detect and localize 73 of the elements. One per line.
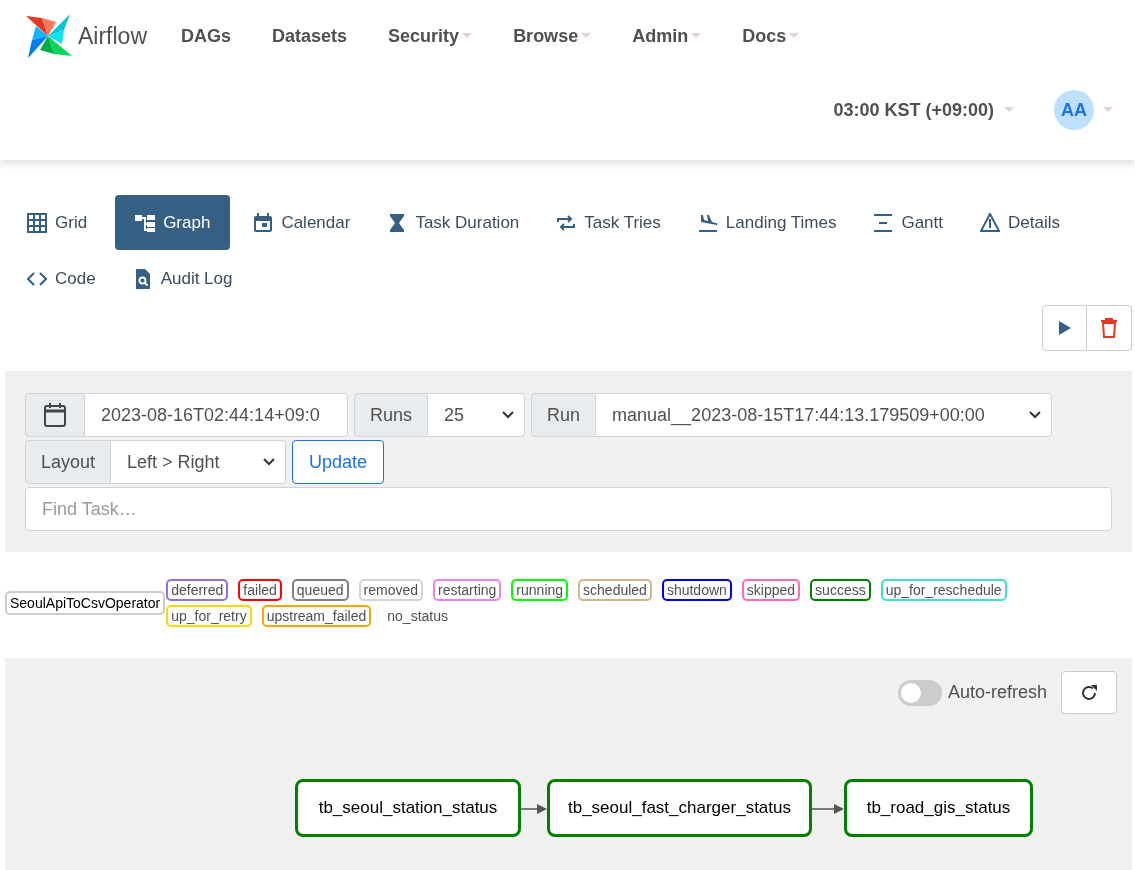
nav-link[interactable]: Browse — [513, 25, 592, 47]
caret-icon — [789, 33, 800, 39]
view-tab[interactable]: Audit Log — [129, 251, 253, 306]
state-tag[interactable]: restarting — [433, 579, 502, 601]
refresh-button[interactable] — [1061, 671, 1117, 714]
state-tag[interactable]: shutdown — [661, 579, 732, 601]
view-tab[interactable]: Graph — [115, 195, 231, 250]
view-tab[interactable]: Details — [977, 195, 1080, 250]
update-button[interactable]: Update — [292, 440, 385, 484]
gantt-icon — [873, 212, 894, 233]
select-dropdown[interactable]: 25 — [428, 393, 526, 437]
warning-triangle-icon — [980, 212, 1000, 233]
caret-icon — [691, 33, 702, 39]
brand-name[interactable]: Airflow — [78, 22, 147, 50]
view-tab[interactable]: Landing Times — [694, 195, 857, 250]
state-tag[interactable]: no_status — [381, 605, 453, 627]
auto-refresh-toggle[interactable] — [897, 679, 942, 706]
nav-link[interactable]: Docs — [742, 25, 800, 47]
caret-icon — [462, 33, 473, 39]
view-tab[interactable]: Task Duration — [384, 195, 540, 250]
delete-dag-button[interactable] — [1087, 305, 1132, 351]
find-task-field[interactable]: Find Task… — [25, 487, 1112, 531]
caret-icon — [1004, 107, 1014, 113]
trigger-dag-button[interactable] — [1042, 305, 1087, 351]
view-tab[interactable]: Task Tries — [553, 195, 681, 250]
plane-landing-icon — [697, 212, 718, 233]
base-date-field[interactable]: 2023-08-16T02:44:14+09:0 — [85, 393, 348, 437]
state-tag[interactable]: upstream_failed — [261, 605, 372, 627]
state-tag[interactable]: failed — [238, 579, 282, 601]
state-tag[interactable]: deferred — [166, 579, 229, 601]
input-label: Layout — [25, 440, 112, 484]
refresh-icon — [1080, 683, 1098, 702]
view-tab[interactable]: Code — [24, 251, 116, 306]
graph-icon — [135, 212, 156, 233]
caret-icon — [1103, 107, 1113, 113]
select-dropdown[interactable]: Left > Right — [111, 440, 287, 484]
play-icon — [1058, 321, 1071, 335]
chevron-down-icon — [1029, 411, 1042, 419]
state-tag[interactable]: removed — [358, 579, 423, 601]
calendar-icon — [44, 403, 66, 427]
state-tag[interactable]: scheduled — [578, 579, 652, 601]
state-tag[interactable]: running — [511, 579, 569, 601]
state-tag[interactable]: success — [810, 579, 871, 601]
view-tab[interactable]: Grid — [24, 195, 108, 250]
task-node[interactable]: tb_road_gis_status — [844, 779, 1033, 837]
view-tab[interactable]: Gantt — [870, 195, 963, 250]
nav-link[interactable]: Security — [388, 25, 473, 47]
timezone-selector[interactable]: 03:00 KST (+09:00) — [833, 99, 994, 121]
nav-link[interactable]: Datasets — [272, 25, 348, 47]
grid-icon — [27, 212, 47, 233]
state-tag[interactable]: skipped — [741, 579, 801, 601]
calendar-icon — [253, 212, 274, 233]
task-node[interactable]: tb_seoul_fast_charger_status — [547, 779, 812, 837]
swap-arrows-icon — [556, 212, 577, 233]
input-label: Runs — [354, 393, 429, 437]
view-tab[interactable]: Calendar — [250, 195, 371, 250]
state-tag[interactable]: up_for_reschedule — [880, 579, 1007, 601]
nav-link[interactable]: Admin — [632, 25, 702, 47]
caret-icon — [581, 33, 592, 39]
select-dropdown[interactable]: manual__2023-08-15T17:44:13.179509+00:00 — [596, 393, 1053, 437]
state-tag[interactable]: queued — [291, 579, 349, 601]
chevron-down-icon — [263, 458, 276, 466]
chevron-down-icon — [502, 411, 515, 419]
task-node[interactable]: tb_seoul_station_status — [295, 779, 521, 837]
date-picker-button[interactable] — [25, 393, 85, 437]
state-tag[interactable]: up_for_retry — [166, 605, 252, 627]
edge-arrow — [521, 804, 547, 814]
nav-link[interactable]: DAGs — [181, 25, 232, 47]
input-label: Run — [531, 393, 597, 437]
auto-refresh-label: Auto-refresh — [947, 682, 1047, 703]
edge-arrow — [812, 804, 844, 814]
operator-tag: SeoulApiToCsvOperator — [5, 591, 166, 615]
trash-icon — [1101, 318, 1117, 338]
